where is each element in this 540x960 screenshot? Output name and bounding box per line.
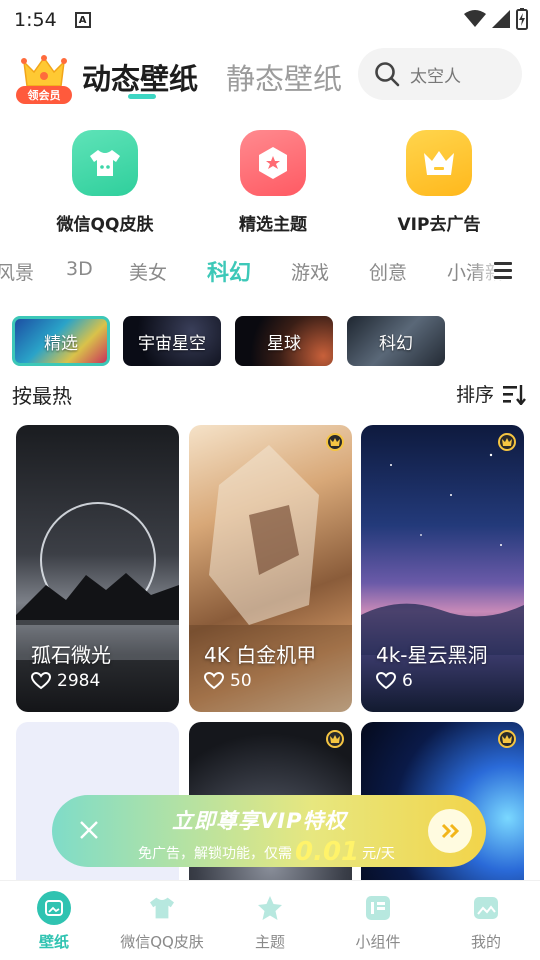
nav-item-themes[interactable]: 主题 [216, 891, 324, 952]
card-like-count: 6 [402, 671, 413, 691]
crown-icon [21, 55, 67, 87]
category-tab[interactable]: 美女 [129, 258, 167, 285]
banner-price-unit: 元/天 [362, 846, 395, 862]
sort-title: 按最热 [12, 384, 72, 408]
vip-crown-icon [326, 730, 344, 748]
vip-crown-icon [498, 433, 516, 451]
category-tabs: 风景 3D 美女 科幻 游戏 创意 小清新 [0, 248, 540, 294]
card-artwork [16, 502, 179, 660]
hexagon-star-icon [240, 130, 306, 196]
tab-underline [128, 94, 156, 99]
nav-label: 壁纸 [38, 933, 69, 951]
bottom-nav: 壁纸 微信QQ皮肤 主题 小组件 我的 [0, 880, 540, 960]
heart-icon [204, 672, 224, 690]
vip-crown-icon [326, 433, 344, 451]
subtopic-label: 科幻 [379, 333, 413, 354]
search-input[interactable]: 太空人 [358, 48, 522, 100]
subtopic-chip[interactable]: 科幻 [347, 316, 445, 366]
wifi-icon [464, 10, 486, 27]
subtopic-chip[interactable]: 宇宙星空 [123, 316, 221, 366]
wallpaper-card[interactable]: 孤石微光 2984 [16, 425, 179, 712]
tshirt-icon [145, 891, 179, 925]
nav-label: 微信QQ皮肤 [120, 933, 204, 951]
card-like-count: 50 [230, 671, 252, 691]
wallpaper-card[interactable]: 4k-星云黑洞 6 [361, 425, 524, 712]
nav-label: 我的 [470, 933, 501, 951]
header: 领会员 动态壁纸 静态壁纸 太空人 [0, 44, 540, 108]
nav-item-mine[interactable]: 我的 [432, 891, 540, 952]
card-likes[interactable]: 2984 [31, 671, 100, 691]
category-tab[interactable]: 3D [66, 258, 93, 280]
status-icons [464, 8, 528, 30]
card-title: 4k-星云黑洞 [376, 643, 488, 667]
nav-item-wallpaper[interactable]: 壁纸 [0, 891, 108, 952]
sort-label: 排序 [455, 384, 494, 406]
card-artwork [361, 453, 524, 655]
quick-action-label: 精选主题 [239, 215, 307, 235]
double-chevron-right-icon [441, 823, 460, 839]
vip-badge-label: 领会员 [16, 86, 72, 104]
tab-static-wallpaper[interactable]: 静态壁纸 [226, 56, 342, 98]
card-title: 孤石微光 [31, 643, 111, 667]
subtopic-chip-selected[interactable]: 精选 [12, 316, 110, 366]
wallpaper-card[interactable]: 4K 白金机甲 50 [189, 425, 352, 712]
menu-icon[interactable] [494, 262, 514, 280]
subtopic-label: 星球 [267, 333, 301, 354]
crown-icon [406, 130, 472, 196]
sort-button[interactable]: 排序 [456, 380, 526, 407]
subtopic-chip[interactable]: 星球 [235, 316, 333, 366]
subtopic-label: 精选 [44, 333, 78, 354]
tab-dynamic-wallpaper[interactable]: 动态壁纸 [82, 56, 198, 98]
signal-icon [492, 10, 510, 28]
quick-action-label: VIP去广告 [397, 215, 481, 235]
nav-item-wechat-skin[interactable]: 微信QQ皮肤 [108, 891, 216, 952]
card-like-count: 2984 [57, 671, 101, 691]
banner-subtitle: 免广告，解锁功能，仅需 0.01 元/天 [138, 835, 395, 867]
search-icon [375, 62, 400, 87]
notification-a-icon: A [74, 12, 91, 28]
vip-badge[interactable]: 领会员 [16, 50, 72, 106]
subtopic-label: 宇宙星空 [138, 333, 206, 354]
banner-price: 0.01 [295, 837, 360, 867]
search-placeholder: 太空人 [410, 66, 461, 87]
battery-icon [516, 8, 528, 30]
category-tab[interactable]: 游戏 [291, 258, 329, 285]
profile-picture-icon [469, 891, 503, 925]
tshirt-icon [72, 130, 138, 196]
card-title: 4K 白金机甲 [204, 643, 317, 667]
close-icon[interactable] [78, 819, 100, 841]
wallpaper-icon [37, 891, 71, 925]
widget-icon [361, 891, 395, 925]
category-tab[interactable]: 风景 [0, 258, 34, 285]
nav-label: 主题 [254, 933, 285, 951]
sort-icon [503, 384, 526, 405]
banner-subtitle-text: 免广告，解锁功能，仅需 [138, 846, 292, 862]
quick-action-vip-no-ads[interactable]: VIP去广告 [364, 130, 514, 235]
nav-label: 小组件 [355, 933, 401, 951]
quick-action-label: 微信QQ皮肤 [56, 215, 154, 235]
card-likes[interactable]: 50 [204, 671, 252, 691]
nav-item-widgets[interactable]: 小组件 [324, 891, 432, 952]
status-bar: 1:54 A [0, 0, 540, 40]
banner-title: 立即尊享VIP特权 [172, 809, 347, 833]
banner-go-button[interactable] [428, 809, 472, 853]
category-tab-active[interactable]: 科幻 [207, 255, 251, 287]
quick-action-wechat-skin[interactable]: 微信QQ皮肤 [30, 130, 180, 235]
category-tab[interactable]: 创意 [369, 258, 407, 285]
heart-icon [31, 672, 51, 690]
theme-star-icon [253, 891, 287, 925]
quick-action-themes[interactable]: 精选主题 [198, 130, 348, 235]
status-time: 1:54 [14, 9, 57, 31]
heart-icon [376, 672, 396, 690]
vip-promo-banner[interactable]: 立即尊享VIP特权 免广告，解锁功能，仅需 0.01 元/天 [52, 795, 486, 867]
vip-crown-icon [498, 730, 516, 748]
card-likes[interactable]: 6 [376, 671, 413, 691]
card-artwork [189, 445, 352, 712]
